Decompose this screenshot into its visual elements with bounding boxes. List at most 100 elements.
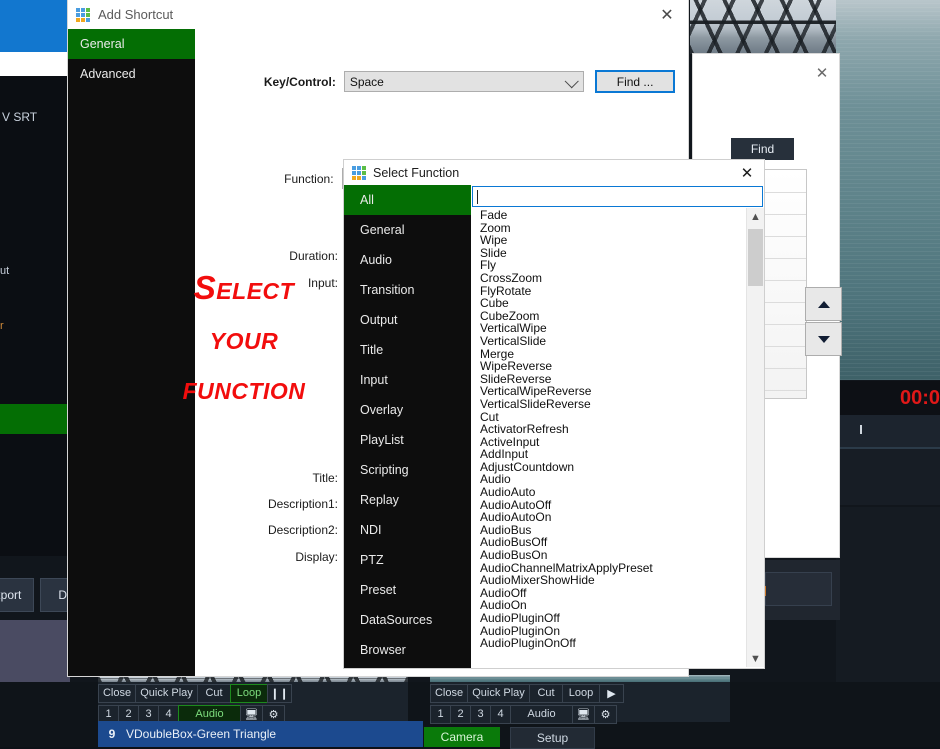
deck-right-num-3[interactable]: 3 <box>470 704 491 724</box>
display-label: Display: <box>295 549 338 564</box>
close-icon[interactable]: ✕ <box>646 0 688 29</box>
function-list-item[interactable]: Slide <box>473 247 762 260</box>
category-scripting[interactable]: Scripting <box>344 455 471 485</box>
category-browser[interactable]: Browser <box>344 635 471 665</box>
triangle-down-icon[interactable] <box>805 322 842 356</box>
deck-left: Close Quick Play Cut Loop ❙❙ 1 2 3 4 Aud… <box>98 682 408 724</box>
category-all[interactable]: All <box>344 185 471 215</box>
deck-left-cut-button[interactable]: Cut <box>197 683 231 703</box>
find-button[interactable]: Find <box>731 138 794 160</box>
function-list-item[interactable]: AudioPluginOff <box>473 612 762 625</box>
function-list-item[interactable]: ActivatorRefresh <box>473 423 762 436</box>
function-list-item[interactable]: FlyRotate <box>473 284 762 298</box>
add-shortcut-title: Add Shortcut <box>98 7 174 22</box>
bg-timer: 00:0 <box>836 381 940 415</box>
deck-right-loop-button[interactable]: Loop <box>562 683 600 703</box>
triangle-up-icon[interactable] <box>805 287 842 321</box>
monitor-icon[interactable]: 🖥 <box>572 704 595 724</box>
key-control-find-button[interactable]: Find ... <box>595 70 676 93</box>
description1-label: Description1: <box>267 497 338 511</box>
bg-video-preview-right <box>836 0 940 380</box>
function-list-item[interactable]: Fade <box>473 209 762 222</box>
input-label: Input: <box>307 275 338 290</box>
add-shortcut-sidebar: General Advanced <box>68 29 195 676</box>
chevron-down-icon[interactable]: ▼ <box>747 650 764 667</box>
function-list-item[interactable]: CrossZoom <box>473 272 762 285</box>
key-control-select[interactable]: Space <box>343 71 585 92</box>
function-list[interactable]: Fade Zoom Wipe Slide Fly CrossZoom FlyRotate Cu… <box>472 208 763 667</box>
function-list-item[interactable]: AudioAutoOn <box>473 511 762 524</box>
function-list-item[interactable]: WipeReverse <box>473 360 762 373</box>
category-playlist[interactable]: PlayList <box>344 425 471 455</box>
function-list-item[interactable]: AudioMixerShowHide <box>473 574 762 587</box>
function-list-item[interactable]: AudioAuto <box>473 486 762 499</box>
deck-right-num-1[interactable]: 1 <box>430 704 451 724</box>
category-datasources[interactable]: DataSources <box>344 605 471 635</box>
function-list-item[interactable]: AdjustCountdown <box>473 461 762 474</box>
bg-srt-label: V SRT <box>2 110 38 124</box>
deck-right-quickplay-button[interactable]: Quick Play <box>467 683 530 703</box>
close-icon[interactable]: ✕ <box>736 163 758 183</box>
key-control-label: Key/Control: <box>263 74 336 89</box>
category-input[interactable]: Input <box>344 365 471 395</box>
bg-green-status-bar <box>0 404 70 434</box>
play-icon[interactable]: ▶ <box>599 683 624 703</box>
category-transition[interactable]: Transition <box>344 275 471 305</box>
function-list-item[interactable]: Cube <box>473 297 762 310</box>
close-icon[interactable]: ✕ <box>813 64 831 82</box>
select-function-category-list: All General Audio Transition Output Titl… <box>344 185 471 668</box>
function-list-item[interactable]: VerticalSlideReverse <box>473 398 762 411</box>
deck-left-close-button[interactable]: Close <box>98 683 136 703</box>
category-preset[interactable]: Preset <box>344 575 471 605</box>
scrollbar-thumb[interactable] <box>748 229 763 286</box>
bg-export-button[interactable]: xport <box>0 578 34 612</box>
bg-panel-a <box>836 415 940 449</box>
playlist-row-name: VDoubleBox-Green Triangle <box>126 727 277 741</box>
category-audio[interactable]: Audio <box>344 245 471 275</box>
category-replay[interactable]: Replay <box>344 485 471 515</box>
bg-thumbnail <box>0 620 70 682</box>
function-search-input[interactable] <box>472 186 763 207</box>
select-function-title-bar: Select Function ✕ <box>344 160 764 185</box>
deck-left-loop-button[interactable]: Loop <box>230 683 268 703</box>
chevron-up-icon[interactable]: ▲ <box>747 208 764 225</box>
playlist-row-number: 9 <box>108 727 116 741</box>
category-ndi[interactable]: NDI <box>344 515 471 545</box>
function-label: Function: <box>284 171 334 186</box>
sidebar-item-advanced[interactable]: Advanced <box>68 59 195 89</box>
camera-button[interactable]: Camera <box>424 727 500 747</box>
select-function-right-pane: Fade Zoom Wipe Slide Fly CrossZoom FlyRotate Cu… <box>471 185 764 668</box>
pause-icon[interactable]: ❙❙ <box>267 683 292 703</box>
setup-button[interactable]: Setup <box>510 727 595 749</box>
function-list-item[interactable]: VerticalSlide <box>473 335 762 348</box>
category-output[interactable]: Output <box>344 305 471 335</box>
deck-right: Close Quick Play Cut Loop ▶ 1 2 3 4 Audi… <box>430 682 730 724</box>
deck-right-cut-button[interactable]: Cut <box>529 683 563 703</box>
windows-grid-icon <box>352 165 366 180</box>
bg-title-bar <box>0 0 70 52</box>
function-list-item[interactable]: AudioBusOn <box>473 549 762 562</box>
deck-right-audio-button[interactable]: Audio <box>510 704 573 724</box>
category-ptz[interactable]: PTZ <box>344 545 471 575</box>
function-list-item[interactable]: AddInput <box>473 448 762 461</box>
deck-left-quickplay-button[interactable]: Quick Play <box>135 683 198 703</box>
function-list-item[interactable]: Wipe <box>473 234 762 247</box>
bg-left-panel <box>0 76 70 556</box>
playlist-row[interactable]: 9 VDoubleBox-Green Triangle <box>98 721 423 747</box>
function-list-item[interactable]: AudioPluginOnOff <box>473 637 762 650</box>
category-general[interactable]: General <box>344 215 471 245</box>
text-caret <box>477 189 478 204</box>
category-overlay[interactable]: Overlay <box>344 395 471 425</box>
deck-right-num-4[interactable]: 4 <box>490 704 511 724</box>
function-list-scrollbar[interactable]: ▲ ▼ <box>746 208 764 667</box>
gear-icon[interactable]: ⚙ <box>594 704 617 724</box>
category-title[interactable]: Title <box>344 335 471 365</box>
sidebar-item-general[interactable]: General <box>68 29 195 59</box>
bg-panel-b <box>836 449 940 505</box>
function-list-item[interactable]: Zoom <box>473 221 762 235</box>
key-control-value: Space <box>349 74 384 89</box>
deck-right-num-2[interactable]: 2 <box>450 704 471 724</box>
bg-white-strip <box>0 52 70 76</box>
bg-panel-c <box>836 507 940 682</box>
deck-right-close-button[interactable]: Close <box>430 683 468 703</box>
